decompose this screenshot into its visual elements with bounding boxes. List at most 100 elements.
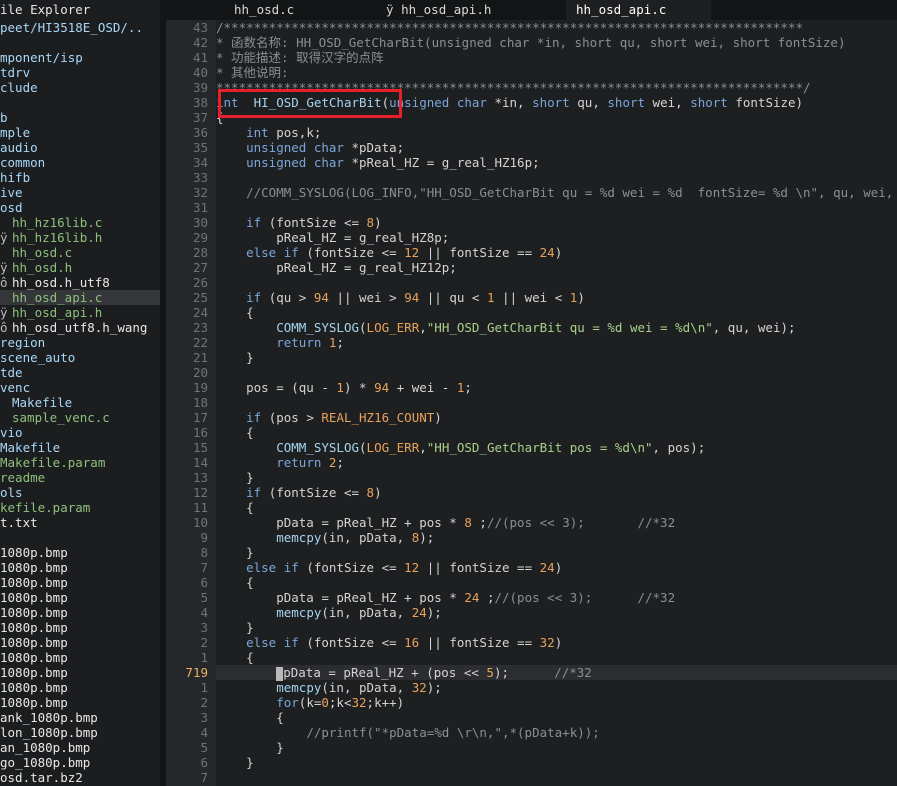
tree-item[interactable]: ô hh_osd.h_utf8 xyxy=(0,275,160,290)
tree-item[interactable]: 1080p.bmp xyxy=(0,605,160,620)
tree-item[interactable]: 1080p.bmp xyxy=(0,590,160,605)
code-token: ); xyxy=(493,665,555,680)
tree-item[interactable]: hh_hz16lib.c xyxy=(0,215,160,230)
code-token: else if xyxy=(246,245,299,260)
code-line: { xyxy=(216,575,897,590)
tree-item[interactable]: readme xyxy=(0,470,160,485)
tree-item-label: an_1080p.bmp xyxy=(0,740,91,755)
tree-item-label: go_1080p.bmp xyxy=(0,755,91,770)
tree-item[interactable]: 1080p.bmp xyxy=(0,695,160,710)
tree-item[interactable]: region xyxy=(0,335,160,350)
tree-item[interactable]: ive xyxy=(0,185,160,200)
code-token: (fontSize <= xyxy=(298,245,405,260)
code-token: * 其他说明: xyxy=(216,65,289,80)
tree-item[interactable]: ank_1080p.bmp xyxy=(0,710,160,725)
code-token: pData = pReal_HZ + pos * xyxy=(216,590,465,605)
tree-item[interactable]: Makefile xyxy=(0,395,160,410)
tree-item[interactable]: ÿ hh_osd.h xyxy=(0,260,160,275)
code-token: unsigned char xyxy=(389,95,487,110)
tree-item[interactable]: osd.tar.bz2 xyxy=(0,770,160,785)
tree-item-label: Makefile.param xyxy=(0,455,106,470)
tree-item[interactable]: common xyxy=(0,155,160,170)
tree-item[interactable]: tde xyxy=(0,365,160,380)
tree-item-label: hh_osd_utf8.h_wang xyxy=(12,320,148,335)
code-token: 1 xyxy=(486,290,495,305)
tree-item[interactable]: tdrv xyxy=(0,65,160,80)
line-number: 38 xyxy=(192,95,208,110)
tree-item[interactable]: Makefile xyxy=(0,440,160,455)
line-number: 35 xyxy=(192,140,208,155)
code-token: ) xyxy=(434,410,442,425)
tree-item[interactable]: ô hh_osd_utf8.h_wang xyxy=(0,320,160,335)
tree-item[interactable]: 1080p.bmp xyxy=(0,650,160,665)
tree-item[interactable] xyxy=(0,530,160,545)
code-token: 32 xyxy=(411,680,427,695)
tree-item[interactable]: ÿ hh_osd_api.h xyxy=(0,305,160,320)
code-token: (fontSize <= xyxy=(298,635,405,650)
tree-item[interactable]: venc xyxy=(0,380,160,395)
code-token: 94 xyxy=(374,380,390,395)
tree-item-label: lon_1080p.bmp xyxy=(0,725,98,740)
tree-item[interactable] xyxy=(0,35,160,50)
line-number: 7 xyxy=(200,560,208,575)
tree-item-label: t.txt xyxy=(0,515,38,530)
tree-item[interactable]: scene_auto xyxy=(0,350,160,365)
tree-item-label: 1080p.bmp xyxy=(0,560,68,575)
tree-item[interactable]: kefile.param xyxy=(0,500,160,515)
code-token: { xyxy=(216,575,254,590)
tree-item[interactable]: peet/HI3518E_OSD/.. xyxy=(0,20,160,35)
tree-item[interactable]: ols xyxy=(0,485,160,500)
tree-item[interactable]: audio xyxy=(0,140,160,155)
tree-item[interactable]: b xyxy=(0,110,160,125)
tree-item[interactable]: go_1080p.bmp xyxy=(0,755,160,770)
code-token: 24 xyxy=(411,605,427,620)
tree-item-label: venc xyxy=(0,380,31,395)
tree-item[interactable]: lon_1080p.bmp xyxy=(0,725,160,740)
tree-item[interactable]: Makefile.param xyxy=(0,455,160,470)
tree-item[interactable]: mple xyxy=(0,125,160,140)
line-number: 1 xyxy=(200,680,208,695)
code-token: short xyxy=(690,95,728,110)
tree-item[interactable]: 1080p.bmp xyxy=(0,560,160,575)
tree-item[interactable]: 1080p.bmp xyxy=(0,680,160,695)
tree-item[interactable]: hifb xyxy=(0,170,160,185)
tree-item[interactable]: an_1080p.bmp xyxy=(0,740,160,755)
tree-item[interactable]: t.txt xyxy=(0,515,160,530)
code-token: } xyxy=(216,545,254,560)
tab-hh-osd-api-c[interactable]: hh_osd_api.c xyxy=(566,0,711,20)
code-token: (in, pData, xyxy=(321,680,412,695)
tree-item[interactable]: sample_venc.c xyxy=(0,410,160,425)
tree-item[interactable]: vio xyxy=(0,425,160,440)
tree-item[interactable]: 1080p.bmp xyxy=(0,665,160,680)
tree-item[interactable]: clude xyxy=(0,80,160,95)
tree-item[interactable]: hh_osd_api.c xyxy=(0,290,160,305)
tree-item[interactable]: 1080p.bmp xyxy=(0,545,160,560)
code-token: { xyxy=(216,425,254,440)
code-token: //COMM_SYSLOG(LOG_INFO,"HH_OSD_GetCharBi… xyxy=(246,185,894,200)
code-token: unsigned char xyxy=(246,155,344,170)
line-number: 31 xyxy=(192,200,208,215)
tree-item[interactable]: 1080p.bmp xyxy=(0,620,160,635)
code-editor[interactable]: /***************************************… xyxy=(216,20,897,786)
tree-item-label: 1080p.bmp xyxy=(0,575,68,590)
code-token: else if xyxy=(246,560,299,575)
line-number: 27 xyxy=(192,260,208,275)
tree-item[interactable]: 1080p.bmp xyxy=(0,575,160,590)
tree-item[interactable]: hh_osd.c xyxy=(0,245,160,260)
tab-hh-osd-c[interactable]: hh_osd.c xyxy=(224,0,384,20)
tab-hh-osd-api-h[interactable]: ÿ hh_osd_api.h xyxy=(376,0,546,20)
tab-mark-icon: ÿ xyxy=(386,2,394,17)
code-token: , pos); xyxy=(652,440,706,455)
tree-item-label: common xyxy=(0,155,46,170)
code-line: return 1; xyxy=(216,335,897,350)
tree-item[interactable] xyxy=(0,95,160,110)
tree-item[interactable]: ÿ hh_hz16lib.h xyxy=(0,230,160,245)
tree-item[interactable]: mponent/isp xyxy=(0,50,160,65)
tree-item[interactable]: osd xyxy=(0,200,160,215)
tree-item[interactable]: 1080p.bmp xyxy=(0,635,160,650)
